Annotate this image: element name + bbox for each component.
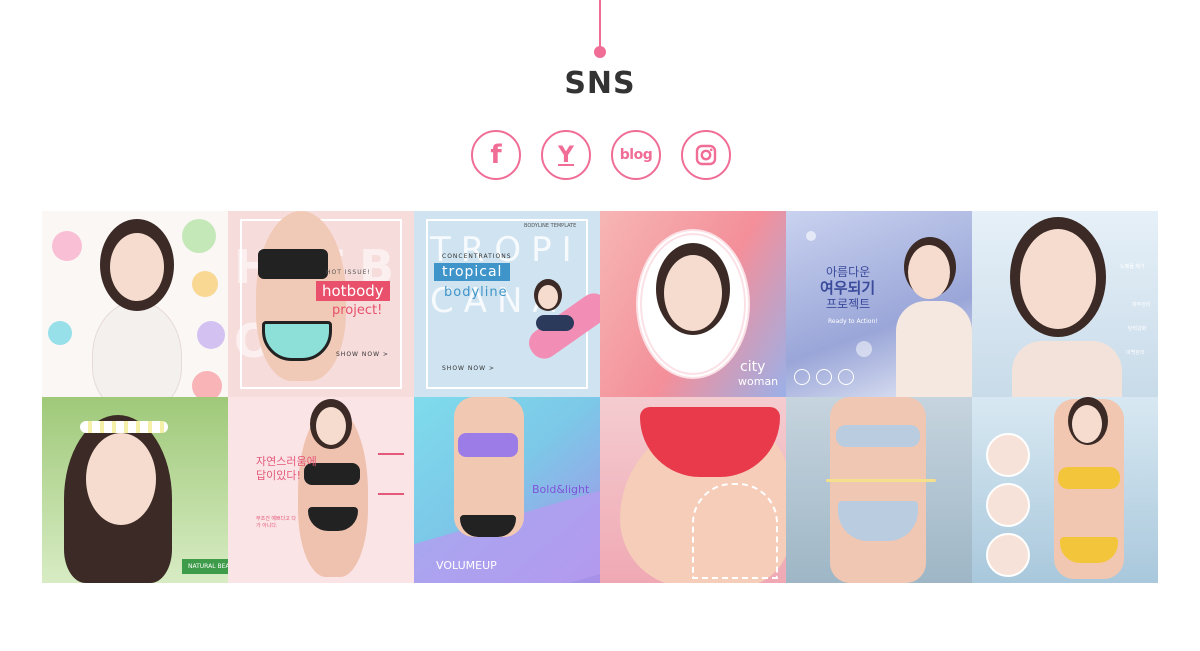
gallery-tile-yellow-bikini[interactable]: [972, 397, 1158, 583]
gallery-tile-fox-project[interactable]: 아름다운 여우되기 프로젝트 Ready to Action!: [786, 211, 972, 397]
gallery-tile-hip-line[interactable]: [600, 397, 786, 583]
natural-small: 무조건 예쁘다고 다가 아니다.: [256, 516, 296, 529]
hotbody-tag: HOT ISSUE!: [326, 269, 371, 276]
skin-label-4: 미백관리: [1126, 350, 1145, 356]
city-title: city: [740, 359, 766, 375]
tropical-cta: SHOW NOW >: [442, 365, 495, 372]
bold-sub: VOLUMEUP: [436, 559, 497, 572]
fox-line3: 프로젝트: [826, 297, 871, 311]
hotbody-title: hotbody: [316, 281, 390, 301]
bold-title: Bold&light: [532, 483, 590, 496]
gallery-tile-hotbody[interactable]: HOT BODY HOT ISSUE! hotbody project! SHO…: [228, 211, 414, 397]
gallery-tile-bold-light[interactable]: Bold&light VOLUMEUP: [414, 397, 600, 583]
tropical-sub: bodyline: [444, 285, 508, 300]
tropical-tag: CONCENTRATIONS: [442, 253, 512, 260]
natural-badge: NATURAL BEAUTY: [182, 559, 228, 574]
yellow-id-icon: Y: [558, 142, 574, 168]
city-sub: woman: [738, 375, 779, 388]
gallery-tile-city-woman[interactable]: city woman: [600, 211, 786, 397]
instagram-button[interactable]: [681, 130, 731, 180]
blog-button[interactable]: blog: [611, 130, 661, 180]
blog-icon: blog: [619, 147, 653, 163]
hotbody-cta: SHOW NOW >: [336, 351, 389, 358]
page-title: SNS: [564, 66, 636, 101]
skin-label-1: 노폐물 제거: [1120, 264, 1145, 270]
tropical-corner: BODYLINE TEMPLATE: [524, 223, 577, 229]
skin-label-2: 피부관리: [1132, 302, 1151, 308]
facebook-button[interactable]: f: [471, 130, 521, 180]
gallery-tile-flower-crown[interactable]: NATURAL BEAUTY: [42, 397, 228, 583]
fox-cta: Ready to Action!: [828, 318, 878, 325]
hotbody-sub: project!: [332, 303, 383, 318]
yellow-id-button[interactable]: Y: [541, 130, 591, 180]
top-divider-dot: [594, 46, 606, 58]
gallery-tile-bikini-measure[interactable]: [786, 397, 972, 583]
top-divider-line: [599, 0, 601, 48]
facebook-icon: f: [490, 140, 502, 170]
gallery-tile-polka-girl[interactable]: [42, 211, 228, 397]
tropical-title: tropical: [434, 263, 511, 281]
social-links: f Y blog: [471, 130, 731, 180]
sns-gallery: HOT BODY HOT ISSUE! hotbody project! SHO…: [42, 211, 1158, 583]
gallery-tile-tropical[interactable]: TROPICANA BODYLINE TEMPLATE CONCENTRATIO…: [414, 211, 600, 397]
gallery-tile-skin-care[interactable]: 노폐물 제거 피부관리 탄력강화 미백관리: [972, 211, 1158, 397]
natural-line2: 답이있다!: [256, 469, 301, 482]
instagram-icon: [695, 144, 717, 166]
gallery-tile-natural-answer[interactable]: 자연스러움에 답이있다! 무조건 예쁘다고 다가 아니다.: [228, 397, 414, 583]
skin-label-3: 탄력강화: [1128, 326, 1147, 332]
